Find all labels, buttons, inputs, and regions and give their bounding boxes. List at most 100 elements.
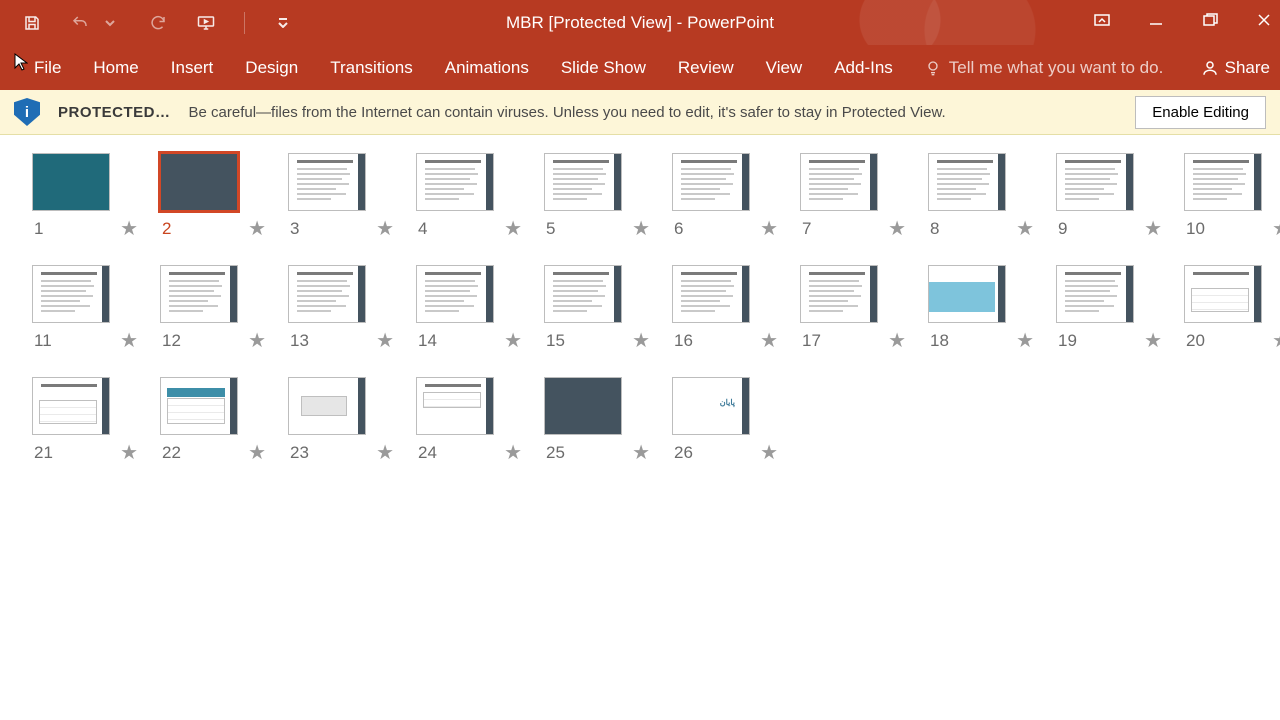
slide-thumbnail[interactable] — [160, 377, 238, 435]
transition-star-icon[interactable]: ★ — [120, 219, 138, 239]
start-from-beginning-icon[interactable] — [196, 13, 216, 33]
slide-thumbnail[interactable] — [1056, 265, 1134, 323]
slide-thumbnail[interactable] — [800, 153, 878, 211]
transition-star-icon[interactable]: ★ — [888, 331, 906, 351]
transition-star-icon[interactable]: ★ — [120, 443, 138, 463]
transition-star-icon[interactable]: ★ — [760, 219, 778, 239]
slide-sorter-grid[interactable]: 1★2★3★4★5★6★7★8★9★10★11★12★13★14★15★16★1… — [0, 135, 1280, 481]
slide-thumbnail[interactable] — [544, 265, 622, 323]
slide-thumbnail[interactable] — [288, 153, 366, 211]
tab-slide-show[interactable]: Slide Show — [545, 45, 662, 90]
redo-icon[interactable] — [148, 13, 168, 33]
ribbon-display-options-icon[interactable] — [1094, 12, 1110, 33]
transition-star-icon[interactable]: ★ — [248, 443, 266, 463]
transition-star-icon[interactable]: ★ — [1272, 219, 1280, 239]
slide-thumbnail[interactable] — [544, 153, 622, 211]
slide-thumbnail[interactable] — [1184, 265, 1262, 323]
slide-thumbnail[interactable] — [160, 153, 238, 211]
tell-me-search[interactable]: Tell me what you want to do. — [925, 58, 1164, 78]
slide-cell: 22★ — [158, 377, 268, 463]
quick-access-toolbar — [0, 12, 293, 34]
tab-view[interactable]: View — [750, 45, 819, 90]
slide-thumbnail[interactable] — [544, 377, 622, 435]
slide-cell: 3★ — [286, 153, 396, 239]
transition-star-icon[interactable]: ★ — [504, 443, 522, 463]
tab-label: File — [34, 58, 61, 78]
transition-star-icon[interactable]: ★ — [1144, 331, 1162, 351]
slide-number: 19 — [1058, 331, 1077, 351]
transition-star-icon[interactable]: ★ — [120, 331, 138, 351]
slide-thumbnail[interactable] — [160, 265, 238, 323]
transition-star-icon[interactable]: ★ — [248, 331, 266, 351]
slide-thumbnail[interactable] — [1056, 153, 1134, 211]
transition-star-icon[interactable]: ★ — [1272, 331, 1280, 351]
transition-star-icon[interactable]: ★ — [1016, 219, 1034, 239]
slide-caption: 20★ — [1182, 331, 1280, 351]
slide-caption: 3★ — [286, 219, 396, 239]
slide-thumbnail[interactable] — [416, 153, 494, 211]
transition-star-icon[interactable]: ★ — [376, 219, 394, 239]
transition-star-icon[interactable]: ★ — [1016, 331, 1034, 351]
transition-star-icon[interactable]: ★ — [632, 443, 650, 463]
slide-thumbnail[interactable] — [32, 265, 110, 323]
tab-design[interactable]: Design — [229, 45, 314, 90]
slide-caption: 25★ — [542, 443, 652, 463]
tab-label: Design — [245, 58, 298, 78]
close-icon[interactable] — [1256, 12, 1272, 33]
transition-star-icon[interactable]: ★ — [376, 331, 394, 351]
slide-number: 8 — [930, 219, 939, 239]
transition-star-icon[interactable]: ★ — [888, 219, 906, 239]
tab-label: Transitions — [330, 58, 413, 78]
slide-cell: 8★ — [926, 153, 1036, 239]
slide-thumbnail[interactable] — [672, 153, 750, 211]
transition-star-icon[interactable]: ★ — [504, 331, 522, 351]
transition-star-icon[interactable]: ★ — [632, 219, 650, 239]
minimize-icon[interactable] — [1148, 12, 1164, 33]
tab-label: Insert — [171, 58, 214, 78]
slide-thumbnail[interactable] — [928, 265, 1006, 323]
transition-star-icon[interactable]: ★ — [248, 219, 266, 239]
enable-editing-button[interactable]: Enable Editing — [1135, 96, 1266, 129]
undo-icon[interactable] — [70, 13, 90, 33]
tab-home[interactable]: Home — [77, 45, 154, 90]
shield-icon: i — [14, 98, 40, 126]
slide-thumbnail[interactable] — [288, 377, 366, 435]
slide-thumbnail[interactable] — [32, 153, 110, 211]
slide-thumbnail[interactable] — [928, 153, 1006, 211]
tab-transitions[interactable]: Transitions — [314, 45, 429, 90]
slide-thumbnail[interactable] — [800, 265, 878, 323]
tab-animations[interactable]: Animations — [429, 45, 545, 90]
undo-dropdown-icon[interactable] — [100, 13, 120, 33]
transition-star-icon[interactable]: ★ — [632, 331, 650, 351]
slide-caption: 13★ — [286, 331, 396, 351]
slide-thumbnail[interactable] — [416, 265, 494, 323]
transition-star-icon[interactable]: ★ — [1144, 219, 1162, 239]
save-icon[interactable] — [22, 13, 42, 33]
slide-thumbnail[interactable] — [288, 265, 366, 323]
slide-number: 9 — [1058, 219, 1067, 239]
tab-review[interactable]: Review — [662, 45, 750, 90]
slide-cell: 23★ — [286, 377, 396, 463]
lightbulb-icon — [925, 60, 941, 76]
slide-caption: 2★ — [158, 219, 268, 239]
restore-icon[interactable] — [1202, 12, 1218, 33]
slide-thumbnail[interactable] — [416, 377, 494, 435]
transition-star-icon[interactable]: ★ — [760, 443, 778, 463]
slide-thumbnail[interactable] — [672, 265, 750, 323]
slide-caption: 17★ — [798, 331, 908, 351]
slide-caption: 24★ — [414, 443, 524, 463]
tab-insert[interactable]: Insert — [155, 45, 230, 90]
share-button[interactable]: Share — [1191, 58, 1280, 78]
slide-thumbnail[interactable] — [32, 377, 110, 435]
share-label: Share — [1225, 58, 1270, 78]
slide-caption: 10★ — [1182, 219, 1280, 239]
transition-star-icon[interactable]: ★ — [760, 331, 778, 351]
slide-thumbnail[interactable] — [1184, 153, 1262, 211]
transition-star-icon[interactable]: ★ — [504, 219, 522, 239]
slide-thumbnail[interactable]: پایان — [672, 377, 750, 435]
slide-cell: 12★ — [158, 265, 268, 351]
customize-qat-icon[interactable] — [273, 13, 293, 33]
tab-add-ins[interactable]: Add-Ins — [818, 45, 909, 90]
transition-star-icon[interactable]: ★ — [376, 443, 394, 463]
mouse-cursor-icon — [14, 53, 28, 76]
